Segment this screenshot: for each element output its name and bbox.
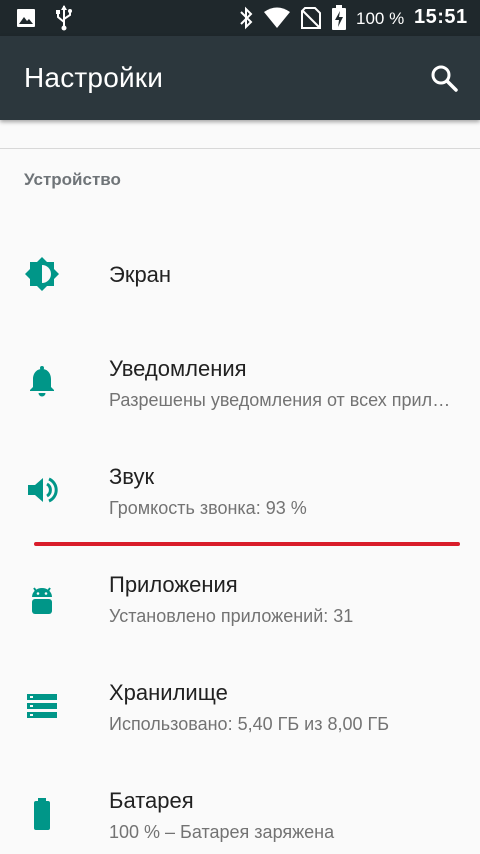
settings-item-battery[interactable]: Батарея 100 % – Батарея заряжена: [0, 762, 480, 854]
item-title: Экран: [109, 262, 172, 287]
usb-icon: [56, 5, 72, 31]
android-icon: [22, 580, 62, 620]
item-title: Приложения: [109, 572, 238, 597]
image-icon: [17, 9, 35, 27]
search-icon: [431, 65, 458, 92]
status-bar: 100 % 15:51: [0, 0, 480, 36]
divider: [0, 148, 480, 149]
item-title: Звук: [109, 464, 155, 489]
brightness-icon: [22, 254, 62, 294]
search-button[interactable]: [420, 54, 468, 102]
settings-item-storage[interactable]: Хранилище Использовано: 5,40 ГБ из 8,00 …: [0, 654, 480, 758]
page-title: Настройки: [24, 62, 164, 93]
app-toolbar: Настройки: [0, 36, 480, 120]
item-summary: Разрешены уведомления от всех приложений: [109, 390, 459, 410]
clock: 15:51: [414, 6, 468, 28]
bluetooth-icon: [240, 6, 253, 30]
item-summary: 100 % – Батарея заряжена: [109, 822, 335, 842]
storage-icon: [22, 686, 62, 726]
settings-item-apps[interactable]: Приложения Установлено приложений: 31: [0, 546, 480, 650]
battery-charging-icon: [332, 5, 346, 30]
item-summary: Громкость звонка: 93 %: [109, 498, 307, 518]
battery-percent: 100 %: [356, 9, 405, 28]
section-header: Устройство: [24, 170, 121, 189]
item-title: Уведомления: [109, 356, 247, 381]
settings-item-notifications[interactable]: Уведомления Разрешены уведомления от все…: [0, 330, 480, 434]
wifi-icon: [264, 7, 290, 28]
item-summary: Установлено приложений: 31: [109, 606, 354, 626]
no-sim-icon: [301, 7, 321, 29]
item-summary: Использовано: 5,40 ГБ из 8,00 ГБ: [109, 714, 390, 734]
item-title: Батарея: [109, 788, 194, 813]
bell-icon: [22, 362, 62, 402]
settings-item-sound[interactable]: Звук Громкость звонка: 93 %: [0, 438, 480, 542]
settings-item-display[interactable]: Экран: [0, 222, 480, 326]
item-title: Хранилище: [109, 680, 228, 705]
volume-icon: [22, 470, 62, 510]
battery-icon: [22, 794, 62, 834]
